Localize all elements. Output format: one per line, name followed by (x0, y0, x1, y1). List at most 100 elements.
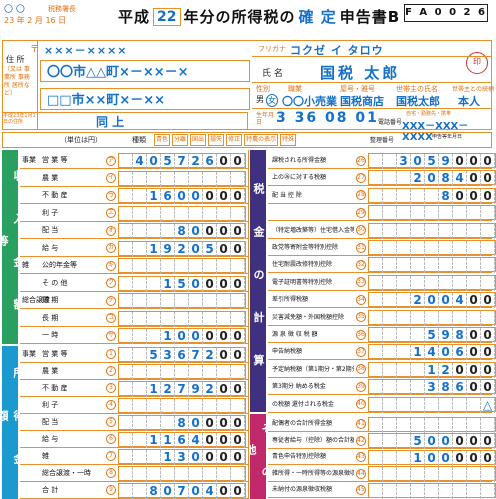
amount-field[interactable]: 208400 (368, 170, 496, 187)
kind-chip[interactable]: 国出 (190, 134, 207, 146)
amount-digit (119, 294, 133, 309)
amount-digit (119, 347, 133, 363)
row-number-marker: 40 (356, 399, 366, 410)
birth-value[interactable]: 3 36 08 01 (276, 110, 379, 126)
head-value[interactable]: 国税太郎 (396, 93, 440, 109)
amount-digit (369, 154, 383, 169)
amount-digit: 8 (147, 483, 161, 499)
amount-field[interactable] (118, 258, 246, 274)
amount-digit (369, 483, 383, 499)
amount-field[interactable] (118, 205, 246, 222)
amount-field[interactable]: 38600 (368, 379, 496, 396)
amount-digit: 0 (231, 381, 245, 397)
address-box-2[interactable]: □□市××町×－×× (40, 88, 250, 110)
amount-field[interactable]: 8000 (368, 187, 496, 204)
address3-value[interactable]: 同 上 (96, 113, 124, 130)
row-number-marker: エ (106, 208, 116, 218)
amount-digit (425, 258, 439, 274)
amount-digit: 6 (175, 432, 189, 448)
amount-field[interactable] (118, 363, 246, 380)
amount-field[interactable]: 1164000 (118, 431, 246, 448)
amount-digit (147, 276, 161, 292)
amount-field[interactable] (118, 465, 246, 482)
row-number-marker: 5 (106, 417, 116, 428)
amount-digit (217, 206, 231, 222)
amount-field[interactable]: 80000 (118, 414, 246, 431)
row-label: 配 当 控 除 (272, 191, 302, 199)
amount-field[interactable]: 140600 (368, 344, 496, 361)
amount-field[interactable] (368, 257, 496, 274)
amount-digit (383, 483, 397, 499)
amount-digit (397, 223, 411, 239)
amount-field[interactable]: 80000 (118, 223, 246, 239)
amount-digit (425, 310, 439, 326)
kind-chip[interactable]: 分離 (172, 134, 189, 146)
address-box-1[interactable]: 〇〇市△△町×－××－× (40, 60, 250, 82)
amount-field[interactable]: 1279200 (118, 380, 246, 397)
amount-field[interactable] (368, 466, 496, 482)
occupation-value[interactable]: 〇〇小売業 (282, 93, 337, 109)
name-label: 氏 名 (262, 69, 283, 79)
amount-digit: 7 (189, 347, 203, 363)
amount-field[interactable]: 200400 (368, 292, 496, 309)
amount-digit: 6 (453, 380, 467, 396)
amount-digit: 0 (439, 345, 453, 361)
postal-code[interactable]: ×××－×××× (44, 42, 128, 58)
kind-chip[interactable]: 損失 (208, 134, 225, 146)
amount-field[interactable] (368, 240, 496, 256)
kind-chip[interactable]: 特農の表示 (244, 134, 279, 146)
row-label: 長 期 (42, 313, 59, 322)
row-label: 利 子 (42, 208, 59, 217)
amount-field[interactable] (118, 170, 246, 187)
amount-field[interactable]: 8070400 (118, 482, 246, 499)
kind-chip[interactable]: 修正 (226, 134, 243, 146)
row-number-marker: 42 (356, 435, 366, 446)
amount-field[interactable]: 5367200 (118, 346, 246, 363)
amount-field[interactable]: 100000 (368, 449, 496, 466)
row-group-label: 事業 (22, 350, 36, 358)
amount-field[interactable] (118, 397, 246, 414)
amount-digit: 0 (175, 329, 189, 344)
shop-value[interactable]: 国税商店 (340, 93, 384, 109)
amount-field[interactable] (118, 293, 246, 309)
amount-digit (369, 223, 383, 239)
gender-male[interactable]: 男 (256, 94, 264, 107)
kind-chip[interactable]: 特殊 (280, 134, 297, 146)
amount-field[interactable] (368, 222, 496, 239)
row-number-marker: キ (106, 260, 116, 271)
amount-field[interactable]: 12000 (368, 361, 496, 378)
name-value[interactable]: 国税 太郎 (320, 62, 400, 83)
row-label: 農 業 (42, 173, 59, 182)
relation-value[interactable]: 本人 (458, 93, 480, 109)
amount-field[interactable] (118, 310, 246, 327)
amount-digit (397, 206, 411, 222)
kind-chip[interactable]: 青色 (154, 134, 171, 146)
amount-field[interactable]: △ (368, 396, 496, 413)
amount-digit: 0 (189, 241, 203, 257)
amount-field[interactable]: 3059000 (368, 153, 496, 169)
row-number-marker: 43 (356, 452, 366, 462)
amount-digit (383, 328, 397, 343)
amount-field[interactable]: 150000 (118, 275, 246, 292)
amount-digit: 3 (175, 449, 189, 465)
amount-field[interactable] (368, 482, 496, 499)
amount-field[interactable]: 100000 (118, 328, 246, 344)
amount-field[interactable] (368, 416, 496, 433)
form-row: そ の 他ク150000 (20, 275, 248, 292)
amount-digit: 4 (189, 432, 203, 448)
amount-field[interactable] (368, 309, 496, 326)
amount-digit (439, 258, 453, 274)
amount-field[interactable]: 40572600 (118, 153, 246, 169)
amount-field[interactable]: 130000 (118, 448, 246, 465)
amount-field[interactable] (368, 274, 496, 291)
amount-digit (175, 398, 189, 414)
amount-field[interactable]: 500000 (368, 433, 496, 449)
row-number-marker: 6 (106, 434, 116, 445)
gender-options[interactable]: 男 女 (256, 94, 278, 107)
gender-female[interactable]: 女 (266, 94, 278, 107)
amount-field[interactable]: 1920500 (118, 240, 246, 257)
amount-field[interactable]: 59800 (368, 327, 496, 343)
amount-field[interactable] (368, 205, 496, 222)
amount-digit: 0 (203, 276, 217, 292)
amount-field[interactable]: 1600000 (118, 188, 246, 204)
